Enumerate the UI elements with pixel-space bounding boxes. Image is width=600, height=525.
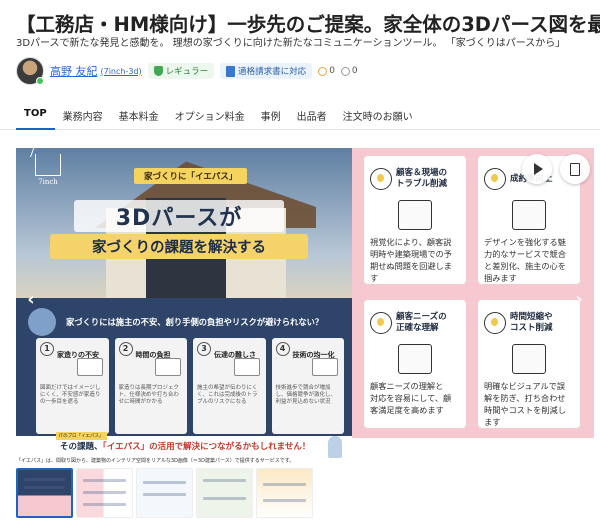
tab-examples[interactable]: 事例	[253, 98, 289, 130]
problem-card: 4技術の均一化 技術進歩で競合が増加し、価格競争が激化し、利益が見込めない状況	[271, 338, 344, 434]
brand-logo-text: 7inch	[38, 178, 58, 186]
positive-count: 0	[318, 66, 335, 76]
hero-headline-2-text: 家づくりの課題を解決する	[92, 240, 266, 256]
tab-option-price[interactable]: オプション料金	[167, 98, 253, 130]
problem-number: 2	[118, 342, 133, 356]
benefit-body: 明確なビジュアルで誤 解を防ぎ、打ち合わせ 時間やコストを削減し ます	[484, 381, 566, 427]
hero-image-carousel[interactable]: 7inch 家づくりに「イエパス」 3Dパースが 家づくりの課題を解決する 家づ…	[16, 148, 594, 466]
tab-bar: TOP 業務内容 基本料金 オプション料金 事例 出品者 注文時のお願い	[0, 98, 600, 130]
shield-icon	[153, 66, 163, 76]
regular-badge: レギュラー	[147, 63, 215, 79]
hero-left-panel: 7inch 家づくりに「イエパス」 3Dパースが 家づくりの課題を解決する 家づ…	[16, 148, 352, 466]
problem-number: 1	[40, 342, 54, 356]
problem-body: 施主の希望が伝わりにくく、これは完成後のトラブルのリスクになる	[197, 385, 258, 405]
person-illustration-icon	[328, 436, 342, 458]
benefit-body: デザインを強化する魅 力的なサービスで競合 と差別化、施主の心を 掴みます	[484, 237, 566, 283]
callout-highlight: 「イエパス」の活用で解決につながるかもしれません！	[102, 442, 311, 452]
problem-number: 3	[197, 342, 211, 356]
lightbulb-icon	[370, 312, 392, 334]
neutral-count-value: 0	[351, 66, 358, 76]
lightbulb-icon	[484, 312, 506, 334]
thumbnail[interactable]	[76, 468, 133, 518]
benefit-body: 顧客ニーズの理解と 対応を容易にして、顧 客満足度を高めます	[370, 381, 452, 415]
avatar[interactable]	[16, 57, 44, 85]
lightbulb-icon	[484, 168, 506, 190]
callout-prefix: その課題、	[60, 442, 103, 452]
tab-order-notes[interactable]: 注文時のお願い	[335, 98, 421, 130]
problem-body: 技術進歩で競合が増加し、価格競争が激化し、利益が見込めない状況	[275, 385, 337, 405]
positive-count-value: 0	[329, 66, 335, 76]
neutral-face-icon	[340, 66, 350, 76]
problem-card: 1家造りの不安 図面だけではイメージしにくく、不安感が家造りの一歩目を遮る	[36, 338, 109, 434]
benefit-title: 顧客ニーズの 正確な理解	[396, 312, 447, 333]
hero-headline-2: 家づくりの課題を解決する	[50, 234, 308, 259]
hero-headline-1: 3Dパースが	[74, 200, 284, 232]
page-title: 【工務店・HM様向け】一歩先のご提案。家全体の3Dパース図を最大	[16, 13, 600, 36]
problem-question: 家づくりには施主の不安、創り手側の負担やリスクが避けられない？	[66, 317, 324, 327]
benefit-card: 時間短縮や コスト削減 明確なビジュアルで誤 解を防ぎ、打ち合わせ 時間やコスト…	[478, 300, 580, 428]
hero-headline-1-text: 3Dパースが	[115, 206, 243, 231]
regular-badge-label: レギュラー	[165, 67, 209, 77]
thumbnail-strip	[16, 468, 316, 518]
seller-row: 高野 友紀 (7inch-3d) レギュラー 適格請求書に対応 0 0	[16, 57, 358, 85]
chat-icon	[233, 358, 260, 376]
benefits-panel: 顧客＆現場の トラブル削減 視覚化により、顧客説 明時や建築現場での予 期せぬ問…	[352, 148, 594, 438]
blueprint-icon	[76, 358, 103, 376]
carousel-next-button[interactable]: ›	[572, 288, 586, 312]
online-status-icon	[36, 77, 44, 85]
hero-tagline: 家づくりに「イエパス」	[134, 168, 248, 184]
pdf-button[interactable]	[560, 154, 590, 184]
tab-seller[interactable]: 出品者	[289, 98, 335, 130]
thumbnail[interactable]	[16, 468, 73, 518]
coins-icon	[312, 358, 338, 376]
solution-callout: その課題、「イエパス」の活用で解決につながるかもしれません！	[60, 440, 310, 452]
tab-service[interactable]: 業務内容	[55, 98, 111, 130]
clipboard-icon	[398, 200, 432, 230]
thumbnail[interactable]	[256, 468, 313, 518]
thumbnail[interactable]	[136, 468, 193, 518]
play-video-button[interactable]	[522, 154, 552, 184]
problem-cards: 1家造りの不安 図面だけではイメージしにくく、不安感が家造りの一歩目を遮る 2時…	[36, 338, 344, 434]
problem-card: 3伝達の難しさ 施主の希望が伝わりにくく、これは完成後のトラブルのリスクになる	[193, 338, 266, 434]
brand-logo: 7inch	[26, 154, 70, 194]
smile-icon	[318, 66, 328, 76]
calendar-icon	[155, 358, 181, 376]
benefit-card: 顧客ニーズの 正確な理解 顧客ニーズの理解と 対応を容易にして、顧 客満足度を高…	[364, 300, 466, 428]
problem-body: 図面だけではイメージしにくく、不安感が家造りの一歩目を遮る	[40, 385, 101, 405]
handshake-icon	[512, 200, 546, 230]
thumbnail[interactable]	[196, 468, 253, 518]
seller-handle-link[interactable]: (7inch-3d)	[101, 67, 142, 76]
invoice-badge: 適格請求書に対応	[220, 63, 313, 79]
problem-card: 2時間の負担 家造りは長期プロジェクト、仕様決めや打ち合わせに時間がかかる	[114, 338, 187, 434]
tab-basic-price[interactable]: 基本料金	[111, 98, 167, 130]
problem-body: 家造りは長期プロジェクト、仕様決めや打ち合わせに時間がかかる	[118, 385, 180, 405]
benefit-title: 顧客＆現場の トラブル削減	[396, 168, 448, 189]
carousel-prev-button[interactable]: ‹	[24, 288, 38, 312]
problem-number: 4	[275, 342, 290, 356]
document-icon	[226, 65, 236, 77]
floorplan-icon	[398, 344, 432, 374]
seller-name-link[interactable]: 高野 友紀	[50, 63, 98, 79]
house-logo-icon	[35, 154, 61, 176]
lightbulb-icon	[370, 168, 392, 190]
service-description: 「イエパス」は、間取り図から、建築物のインテリア空間をリアルな3D画像（＝3D建…	[16, 458, 295, 464]
question-person-icon	[28, 308, 56, 336]
callout-tag: ITのプロ「イエパス」	[56, 432, 107, 440]
tab-top[interactable]: TOP	[16, 98, 55, 130]
calendar-money-icon	[512, 344, 546, 374]
benefit-card: 顧客＆現場の トラブル削減 視覚化により、顧客説 明時や建築現場での予 期せぬ問…	[364, 156, 466, 284]
benefit-body: 視覚化により、顧客説 明時や建築現場での予 期せぬ問題を回避しま す	[370, 237, 452, 283]
benefit-title: 時間短縮や コスト削減	[510, 312, 553, 333]
invoice-badge-label: 適格請求書に対応	[238, 67, 307, 77]
neutral-count: 0	[340, 66, 358, 76]
page-subtitle: 3Dパースで新たな発見と感動を。 理想の家づくりに向けた新たなコミュニケーション…	[16, 38, 566, 49]
play-icon	[534, 163, 543, 175]
pdf-icon	[570, 162, 580, 176]
